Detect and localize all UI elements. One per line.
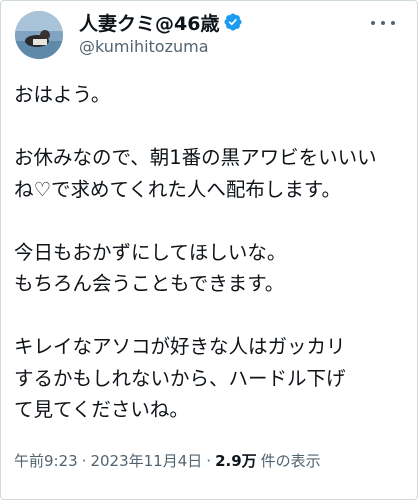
tweet-line-gap [14, 205, 409, 237]
tweet-line: もちろん会うこともできます。 [14, 272, 285, 295]
tweet-line: お休みなので、朝1番の黒アワビをいいい [14, 146, 377, 169]
tweet-line-gap [14, 300, 409, 332]
tweet-card: 人妻クミ@46歳 @kumihitozuma おはよう。 お休みなので、朝1番の… [0, 0, 418, 500]
avatar[interactable] [15, 11, 63, 59]
tweet-date[interactable]: 2023年11月4日 [90, 450, 202, 471]
tweet-line: キレイなアソコが好きな人はガッカリ [14, 335, 346, 358]
tweet-line: するかもしれないから、ハードル下げ [14, 366, 346, 390]
avatar-photo [15, 11, 63, 59]
meta-separator: · [206, 452, 212, 470]
tweet-line: て見てくださいね。 [14, 398, 189, 421]
tweet-text: おはよう。 お休みなので、朝1番の黒アワビをいいい ね♡で求めてくれた人へ配布し… [14, 79, 409, 426]
tweet-line: ね♡で求めてくれた人へ配布します。 [14, 177, 341, 201]
verified-badge-icon [223, 12, 243, 32]
tweet-time[interactable]: 午前9:23 [14, 450, 78, 471]
more-options-icon[interactable] [371, 13, 395, 33]
views-count: 2.9万 [215, 452, 257, 470]
tweet-line: おはよう。 [14, 83, 111, 106]
tweet-line: 今日もおかずにしてほしいな。 [14, 240, 287, 264]
views-label: 件の表示 [260, 452, 321, 470]
meta-separator: · [81, 452, 87, 470]
tweet-line-gap [14, 111, 409, 143]
display-name[interactable]: 人妻クミ@46歳 [79, 9, 219, 36]
tweet-meta: 午前9:23 · 2023年11月4日 · 2.9万 件の表示 [14, 450, 321, 471]
author-handle[interactable]: @kumihitozuma [79, 37, 209, 56]
author-name-row: 人妻クミ@46歳 [79, 9, 243, 35]
